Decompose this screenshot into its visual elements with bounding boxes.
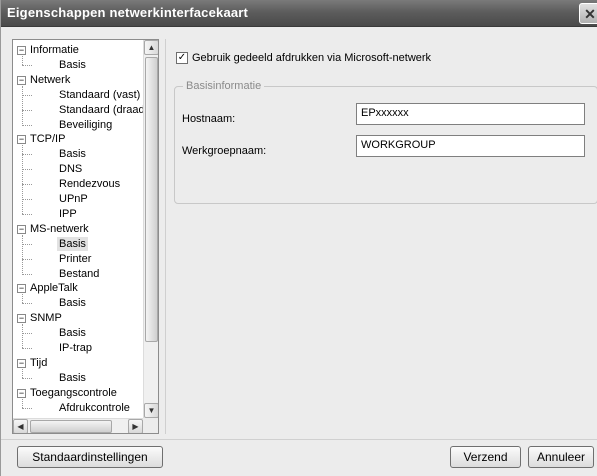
hostname-input[interactable]: EPxxxxxx (356, 103, 585, 125)
tree-connector (22, 94, 32, 96)
tree-connector (22, 258, 32, 260)
defaults-button[interactable]: Standaardinstellingen (17, 446, 163, 468)
tree-connector (22, 154, 32, 156)
tree-leaf[interactable]: Beveiliging (59, 118, 112, 132)
tree-horizontal-scrollbar[interactable]: ◀ ▶ (13, 418, 143, 433)
arrow-left-icon: ◀ (17, 422, 24, 431)
tree-connector (22, 184, 32, 186)
tree-leaf[interactable]: Bestand (59, 267, 99, 281)
properties-window: Eigenschappen netwerkinterfacekaart ✕ − I… (0, 0, 597, 476)
tree-node[interactable]: Toegangscontrole (30, 386, 117, 400)
share-printing-option[interactable]: ✓ Gebruik gedeeld afdrukken via Microsof… (176, 51, 431, 65)
tree-node[interactable]: Tijd (30, 356, 47, 370)
tree-connector (22, 213, 32, 215)
tree-guide-line (22, 85, 23, 125)
tree-leaf[interactable]: Standaard (vast) (59, 88, 140, 102)
hostname-label: Hostnaam: (182, 113, 236, 125)
tree-leaf[interactable]: DNS (59, 162, 82, 176)
tree-expander-icon[interactable]: − (17, 314, 26, 324)
tree-guide-line (22, 145, 23, 214)
tree-connector (22, 407, 32, 409)
tree-connector (22, 243, 32, 245)
arrow-up-icon: ▲ (147, 43, 156, 52)
tree-guide-line (22, 294, 23, 304)
tree-expander-icon[interactable]: − (17, 135, 26, 145)
tree-connector (22, 64, 32, 66)
tree-connector (22, 169, 32, 171)
arrow-right-icon: ▶ (132, 422, 139, 431)
scrollbar-corner (143, 418, 158, 433)
tree-connector (22, 348, 32, 349)
arrow-down-icon: ▼ (147, 406, 156, 415)
tree-node[interactable]: Netwerk (30, 73, 70, 87)
tree-leaf[interactable]: Basis (59, 58, 86, 72)
settings-tree[interactable]: − Informatie Basis − Netwerk Standaard (vast)… (12, 39, 159, 434)
share-printing-label: Gebruik gedeeld afdrukken via Microsoft-… (192, 52, 432, 64)
tree-connector (22, 303, 32, 305)
tree-guide-line (22, 324, 23, 348)
tree-connector (22, 124, 32, 126)
tree-node[interactable]: Informatie (30, 43, 79, 57)
checkmark-icon: ✓ (177, 52, 187, 63)
scroll-left-button[interactable]: ◀ (13, 419, 28, 433)
tree-connector (22, 333, 32, 335)
tree-node[interactable]: MS-netwerk (30, 222, 89, 236)
tree-leaf[interactable]: Basis (57, 236, 88, 251)
tree-expander-icon[interactable]: − (17, 284, 26, 294)
tree-expander-icon[interactable]: − (17, 358, 26, 368)
tree-expander-icon[interactable]: − (17, 75, 26, 85)
tree-guide-line (22, 368, 23, 378)
tree-node[interactable]: SNMP (30, 311, 62, 325)
tree-leaf[interactable]: Afdrukcontrole (59, 401, 130, 415)
tree-node[interactable]: TCP/IP (30, 132, 65, 146)
tree-content: − Informatie Basis − Netwerk Standaard (vast)… (13, 40, 143, 418)
tree-leaf[interactable]: IP-trap (59, 341, 92, 355)
title-bar[interactable]: Eigenschappen netwerkinterfacekaart ✕ (1, 0, 597, 27)
scroll-up-button[interactable]: ▲ (144, 40, 158, 55)
close-icon: ✕ (584, 5, 596, 22)
tree-guide-line (22, 234, 23, 274)
tree-leaf[interactable]: Basis (59, 371, 86, 385)
vertical-scroll-thumb[interactable] (145, 57, 158, 342)
tree-guide-line (22, 398, 23, 408)
workgroup-input[interactable]: WORKGROUP (356, 135, 585, 157)
tree-vertical-scrollbar[interactable]: ▲ ▼ (143, 40, 158, 418)
tree-leaf[interactable]: Standaard (draadl (59, 103, 143, 117)
tree-leaf[interactable]: Rendezvous (59, 177, 120, 191)
tree-leaf[interactable]: Basis (59, 326, 86, 340)
tree-expander-icon[interactable]: − (17, 388, 26, 398)
content-panel: ✓ Gebruik gedeeld afdrukken via Microsof… (165, 39, 597, 434)
tree-expander-icon[interactable]: − (17, 224, 26, 234)
share-printing-checkbox[interactable]: ✓ (176, 52, 188, 64)
basic-info-group: Basisinformatie Hostnaam: EPxxxxxx Werkg… (174, 80, 597, 204)
tree-connector (22, 273, 32, 275)
tree-connector (22, 377, 32, 379)
tree-connector (22, 199, 32, 200)
tree-leaf[interactable]: UPnP (59, 192, 88, 206)
scroll-right-button[interactable]: ▶ (128, 419, 143, 433)
window-title: Eigenschappen netwerkinterfacekaart (7, 5, 249, 20)
tree-leaf[interactable]: Basis (59, 147, 86, 161)
tree-guide-line (22, 56, 23, 65)
cancel-button[interactable]: Annuleer (528, 446, 594, 468)
tree-leaf[interactable]: Printer (59, 252, 91, 266)
scroll-down-button[interactable]: ▼ (144, 403, 158, 418)
tree-expander-icon[interactable]: − (17, 46, 26, 55)
bottom-separator (1, 439, 597, 440)
tree-connector (22, 109, 32, 111)
tree-leaf[interactable]: Basis (59, 296, 86, 310)
horizontal-scroll-thumb[interactable] (30, 420, 112, 433)
close-button[interactable]: ✕ (579, 3, 597, 24)
send-button[interactable]: Verzend (450, 446, 521, 468)
workgroup-label: Werkgroepnaam: (182, 145, 267, 157)
group-title: Basisinformatie (183, 80, 265, 92)
tree-leaf[interactable]: IPP (59, 207, 77, 221)
tree-node[interactable]: AppleTalk (30, 281, 78, 295)
